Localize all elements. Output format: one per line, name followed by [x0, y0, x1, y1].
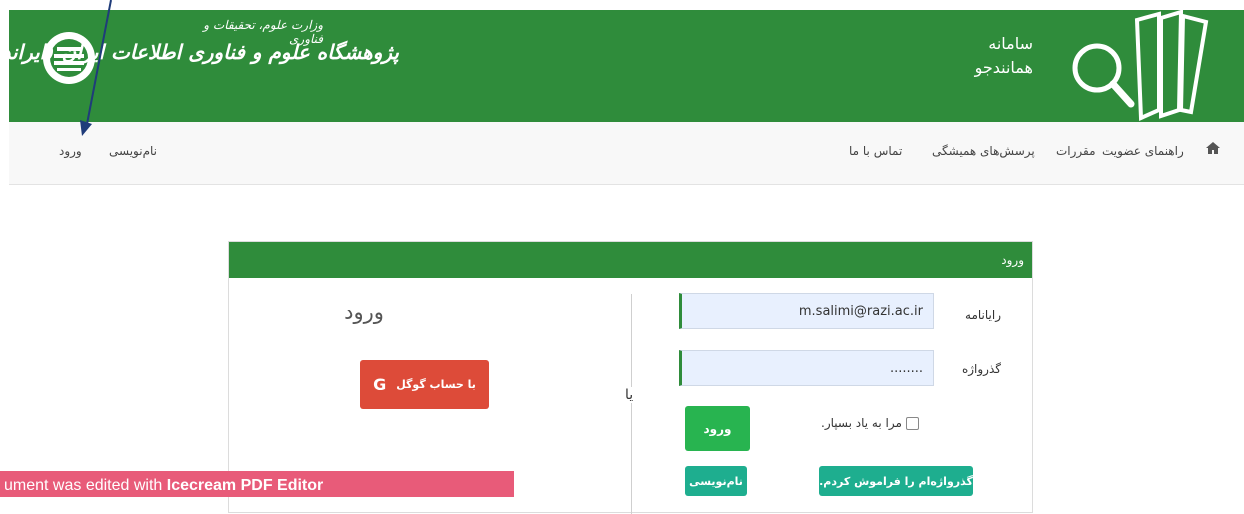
nav-contact[interactable]: تماس با ما	[849, 144, 902, 158]
remember-me-checkbox[interactable]	[905, 416, 919, 430]
forgot-password-button[interactable]: گذرواژه‌ام را فراموش کردم.	[819, 466, 973, 496]
home-icon[interactable]	[1205, 140, 1221, 156]
divider	[631, 294, 632, 514]
password-field[interactable]	[679, 350, 934, 386]
login-submit-button[interactable]: ورود	[685, 406, 750, 451]
remember-me-label: مرا به یاد بسپار.	[821, 416, 902, 430]
google-login-button[interactable]: با حساب گوگل G	[360, 360, 489, 409]
login-panel-heading: ورود	[229, 242, 1032, 278]
register-button[interactable]: نام‌نویسی	[685, 466, 747, 496]
email-label: رایانامه	[965, 308, 1001, 322]
editor-watermark: ument was edited with Icecream PDF Edito…	[0, 471, 514, 497]
brand-title-line2: همانندجو	[974, 58, 1033, 77]
top-navbar: راهنمای عضویت مقررات پرسش‌های همیشگی تما…	[9, 122, 1244, 185]
brand-title-line1: سامانه	[988, 34, 1033, 53]
google-login-label: با حساب گوگل	[396, 378, 476, 391]
institute-title: پژوهشگاه علوم و فناوری اطلاعات ایران (ای…	[0, 40, 399, 64]
nav-regulations[interactable]: مقررات	[1056, 144, 1096, 158]
login-title: ورود	[344, 300, 384, 324]
watermark-brand: Icecream PDF Editor	[166, 477, 324, 494]
email-field[interactable]	[679, 293, 934, 329]
nav-faq[interactable]: پرسش‌های همیشگی	[932, 144, 1035, 158]
nav-membership-guide[interactable]: راهنمای عضویت	[1102, 144, 1184, 158]
or-separator: یا	[625, 387, 634, 403]
password-label: گذرواژه	[961, 362, 1001, 376]
watermark-prefix: ument was edited with	[4, 477, 167, 494]
remember-me: مرا به یاد بسپار.	[821, 416, 919, 430]
window-top-strip	[0, 0, 1244, 10]
site-header: وزارت علوم، تحقیقات و فناوری پژوهشگاه عل…	[0, 10, 1244, 122]
hamanandjoo-logo-icon	[1072, 10, 1209, 122]
panel-heading-text: ورود	[1001, 253, 1024, 267]
nav-login[interactable]: ورود	[59, 144, 82, 158]
google-icon: G	[373, 375, 387, 394]
nav-register[interactable]: نام‌نویسی	[109, 144, 157, 158]
